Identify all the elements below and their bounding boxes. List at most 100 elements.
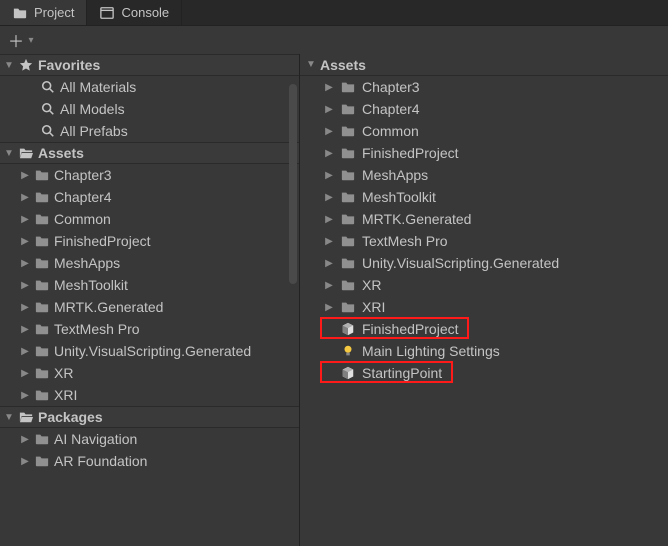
right-pane[interactable]: ▼ Assets ▶Chapter3▶Chapter4▶Common▶Finis…: [300, 54, 668, 546]
favorite-item[interactable]: All Models: [0, 98, 299, 120]
list-item-label: TextMesh Pro: [54, 321, 140, 337]
folder-item[interactable]: ▶Unity.VisualScripting.Generated: [300, 252, 668, 274]
chevron-down-icon: ▾: [26, 35, 36, 46]
chevron-right-icon: ▶: [324, 236, 334, 247]
list-item-label: Main Lighting Settings: [362, 343, 500, 359]
chevron-down-icon: ▼: [4, 148, 14, 159]
console-icon: [99, 5, 115, 21]
list-item-label: MRTK.Generated: [362, 211, 471, 227]
favorite-item[interactable]: All Materials: [0, 76, 299, 98]
folder-item[interactable]: ▶ Chapter4: [300, 98, 668, 120]
tab-project[interactable]: Project: [0, 0, 87, 25]
section-label: Favorites: [38, 57, 100, 73]
toolbar: ＋ ▾: [0, 26, 668, 54]
list-item-label: StartingPoint: [362, 365, 442, 381]
favorite-item[interactable]: All Prefabs: [0, 120, 299, 142]
list-item-label: Common: [54, 211, 111, 227]
chevron-right-icon: ▶: [324, 82, 334, 93]
list-item-label: Unity.VisualScripting.Generated: [54, 343, 251, 359]
folder-item[interactable]: ▶ Chapter3: [300, 76, 668, 98]
folder-icon: [34, 343, 50, 359]
list-item-label: MRTK.Generated: [54, 299, 163, 315]
scrollbar[interactable]: [289, 84, 297, 284]
folder-item[interactable]: ▶MRTK.Generated: [0, 296, 299, 318]
folder-item[interactable]: ▶AI Navigation: [0, 428, 299, 450]
folder-item[interactable]: ▶XR: [0, 362, 299, 384]
list-item-label: FinishedProject: [362, 321, 459, 337]
list-item-label: Chapter3: [362, 79, 420, 95]
folder-item[interactable]: ▶FinishedProject: [0, 230, 299, 252]
folder-icon: [34, 255, 50, 271]
chevron-right-icon: ▶: [20, 280, 30, 291]
folder-open-icon: [18, 409, 34, 425]
chevron-right-icon: ▶: [324, 126, 334, 137]
list-item-label: XRI: [362, 299, 385, 315]
folder-item[interactable]: ▶ Common: [0, 208, 299, 230]
section-assets[interactable]: ▼Assets: [0, 142, 299, 164]
folder-item[interactable]: ▶Chapter3: [0, 164, 299, 186]
add-button[interactable]: ＋ ▾: [8, 28, 36, 52]
folder-item[interactable]: ▶ Chapter4: [0, 186, 299, 208]
folder-icon: [34, 211, 50, 227]
section-packages[interactable]: ▼Packages: [0, 406, 299, 428]
folder-item[interactable]: ▶Common: [300, 120, 668, 142]
folder-icon: [34, 189, 50, 205]
folder-item[interactable]: ▶MeshApps: [0, 252, 299, 274]
left-pane[interactable]: ▼ Favorites All Materials All Models All Pre…: [0, 54, 300, 546]
folder-icon: [34, 387, 50, 403]
folder-item[interactable]: ▶MeshToolkit: [300, 186, 668, 208]
folder-icon: [340, 189, 356, 205]
list-item-label: MeshApps: [54, 255, 120, 271]
folder-icon: [340, 233, 356, 249]
list-item-label: Chapter4: [54, 189, 112, 205]
folder-item[interactable]: ▶ Unity.VisualScripting.Generated: [0, 340, 299, 362]
list-item-label: TextMesh Pro: [362, 233, 448, 249]
list-item-label: All Prefabs: [60, 123, 128, 139]
light-icon: [340, 343, 356, 359]
folder-item[interactable]: ▶XRI: [300, 296, 668, 318]
chevron-down-icon: ▼: [4, 412, 14, 423]
asset-item[interactable]: FinishedProject: [300, 318, 668, 340]
folder-icon: [340, 101, 356, 117]
search-icon: [40, 123, 56, 139]
list-item-label: MeshToolkit: [54, 277, 128, 293]
chevron-right-icon: ▶: [324, 104, 334, 115]
list-item-label: All Models: [60, 101, 125, 117]
list-item-label: XRI: [54, 387, 77, 403]
chevron-down-icon: ▼: [4, 60, 14, 71]
chevron-right-icon: ▶: [20, 390, 30, 401]
chevron-right-icon: ▶: [20, 214, 30, 225]
list-item-label: Chapter4: [362, 101, 420, 117]
list-item-label: FinishedProject: [362, 145, 459, 161]
folder-item[interactable]: ▶AR Foundation: [0, 450, 299, 472]
folder-icon: [34, 233, 50, 249]
asset-item[interactable]: Main Lighting Settings: [300, 340, 668, 362]
list-item-label: All Materials: [60, 79, 136, 95]
chevron-right-icon: ▶: [20, 346, 30, 357]
breadcrumb[interactable]: ▼ Assets: [300, 54, 668, 76]
asset-item[interactable]: StartingPoint: [300, 362, 668, 384]
tab-label: Console: [121, 5, 169, 20]
list-item-label: FinishedProject: [54, 233, 151, 249]
folder-icon: [34, 299, 50, 315]
folder-item[interactable]: ▶XR: [300, 274, 668, 296]
folder-item[interactable]: ▶ TextMesh Pro: [300, 230, 668, 252]
search-icon: [40, 79, 56, 95]
folder-icon: [340, 255, 356, 271]
folder-icon: [34, 277, 50, 293]
folder-item[interactable]: ▶FinishedProject: [300, 142, 668, 164]
folder-item[interactable]: ▶TextMesh Pro: [0, 318, 299, 340]
chevron-down-icon: ▼: [306, 59, 316, 70]
tab-console[interactable]: Console: [87, 0, 182, 25]
section-favorites[interactable]: ▼ Favorites: [0, 54, 299, 76]
chevron-right-icon: ▶: [324, 170, 334, 181]
folder-icon: [34, 431, 50, 447]
chevron-right-icon: ▶: [20, 192, 30, 203]
folder-item[interactable]: ▶MRTK.Generated: [300, 208, 668, 230]
folder-item[interactable]: ▶ XRI: [0, 384, 299, 406]
folder-item[interactable]: ▶MeshApps: [300, 164, 668, 186]
star-icon: [18, 57, 34, 73]
folder-icon: [34, 321, 50, 337]
folder-item[interactable]: ▶ MeshToolkit: [0, 274, 299, 296]
folder-open-icon: [18, 145, 34, 161]
